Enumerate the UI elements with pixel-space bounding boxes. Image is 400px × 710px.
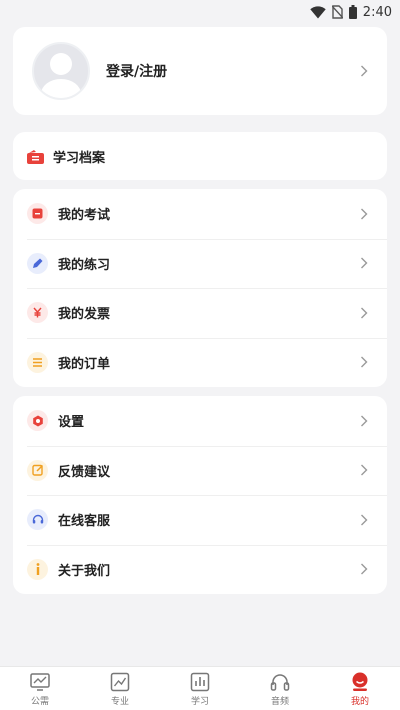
menu-item-label: 关于我们 xyxy=(58,563,111,579)
menu-item-label: 我的发票 xyxy=(58,307,111,323)
invoice-icon xyxy=(27,302,48,324)
chevron-right-icon xyxy=(361,257,368,269)
status-time: 2:40 xyxy=(362,4,392,20)
tab-mine[interactable]: 我的 xyxy=(320,667,400,710)
chevron-right-icon xyxy=(361,65,368,77)
menu-item-my-orders[interactable]: 我的订单 xyxy=(13,337,387,388)
tab-audio[interactable]: 音频 xyxy=(240,667,320,710)
archive-icon xyxy=(27,149,44,164)
menu-item-my-practice[interactable]: 我的练习 xyxy=(13,238,387,289)
battery-icon xyxy=(348,5,357,19)
study-archive-card[interactable]: 学习档案 xyxy=(13,132,387,180)
settings-icon xyxy=(27,410,48,432)
chevron-right-icon xyxy=(361,356,368,368)
tab-label: 公需 xyxy=(30,697,49,707)
menu-group-account: 我的考试 我的练习 我的发票 我的订单 xyxy=(13,189,387,387)
menu-item-label: 设置 xyxy=(58,415,85,431)
menu-item-my-invoices[interactable]: 我的发票 xyxy=(13,288,387,338)
status-bar: 2:40 xyxy=(0,0,400,24)
profile-card[interactable]: 登录/注册 xyxy=(13,27,387,115)
tab-label: 学习 xyxy=(190,697,209,707)
practice-icon xyxy=(27,252,48,274)
menu-item-label: 我的考试 xyxy=(58,208,111,224)
default-avatar-icon xyxy=(41,53,81,98)
menu-item-label: 我的订单 xyxy=(58,356,111,372)
feedback-icon xyxy=(27,459,48,481)
login-register-label[interactable]: 登录/注册 xyxy=(106,61,360,81)
menu-item-online-support[interactable]: 在线客服 xyxy=(13,495,387,545)
menu-group-general: 设置 反馈建议 在线客服 关于我们 xyxy=(13,396,387,594)
bars-icon xyxy=(190,672,210,692)
support-icon xyxy=(27,509,48,531)
menu-item-my-exams[interactable]: 我的考试 xyxy=(13,189,387,239)
bottom-tab-bar: 公需 专业 学习 音频 我的 xyxy=(0,666,400,710)
tab-label: 音频 xyxy=(270,697,289,707)
no-sim-icon xyxy=(331,5,343,19)
chevron-right-icon xyxy=(361,464,368,476)
chevron-right-icon xyxy=(361,415,368,427)
order-icon xyxy=(27,351,48,373)
wifi-icon xyxy=(310,5,326,18)
chart-icon xyxy=(110,672,130,692)
chevron-right-icon xyxy=(361,514,368,526)
tab-major[interactable]: 专业 xyxy=(80,667,160,710)
study-archive-label: 学习档案 xyxy=(53,150,106,166)
menu-item-about-us[interactable]: 关于我们 xyxy=(13,544,387,595)
avatar xyxy=(32,42,90,100)
tab-label: 我的 xyxy=(350,697,369,707)
tab-public[interactable]: 公需 xyxy=(0,667,80,710)
exam-icon xyxy=(27,203,48,225)
menu-item-feedback[interactable]: 反馈建议 xyxy=(13,445,387,496)
menu-item-label: 反馈建议 xyxy=(58,464,111,480)
menu-item-settings[interactable]: 设置 xyxy=(13,396,387,446)
info-icon xyxy=(27,558,48,580)
menu-item-label: 在线客服 xyxy=(58,514,111,530)
tab-label: 专业 xyxy=(110,697,129,707)
chevron-right-icon xyxy=(361,208,368,220)
chevron-right-icon xyxy=(361,563,368,575)
user-icon xyxy=(352,672,368,691)
monitor-icon xyxy=(30,673,50,691)
tab-study[interactable]: 学习 xyxy=(160,667,240,710)
headphones-icon xyxy=(270,674,290,691)
menu-item-label: 我的练习 xyxy=(58,257,111,273)
chevron-right-icon xyxy=(361,307,368,319)
